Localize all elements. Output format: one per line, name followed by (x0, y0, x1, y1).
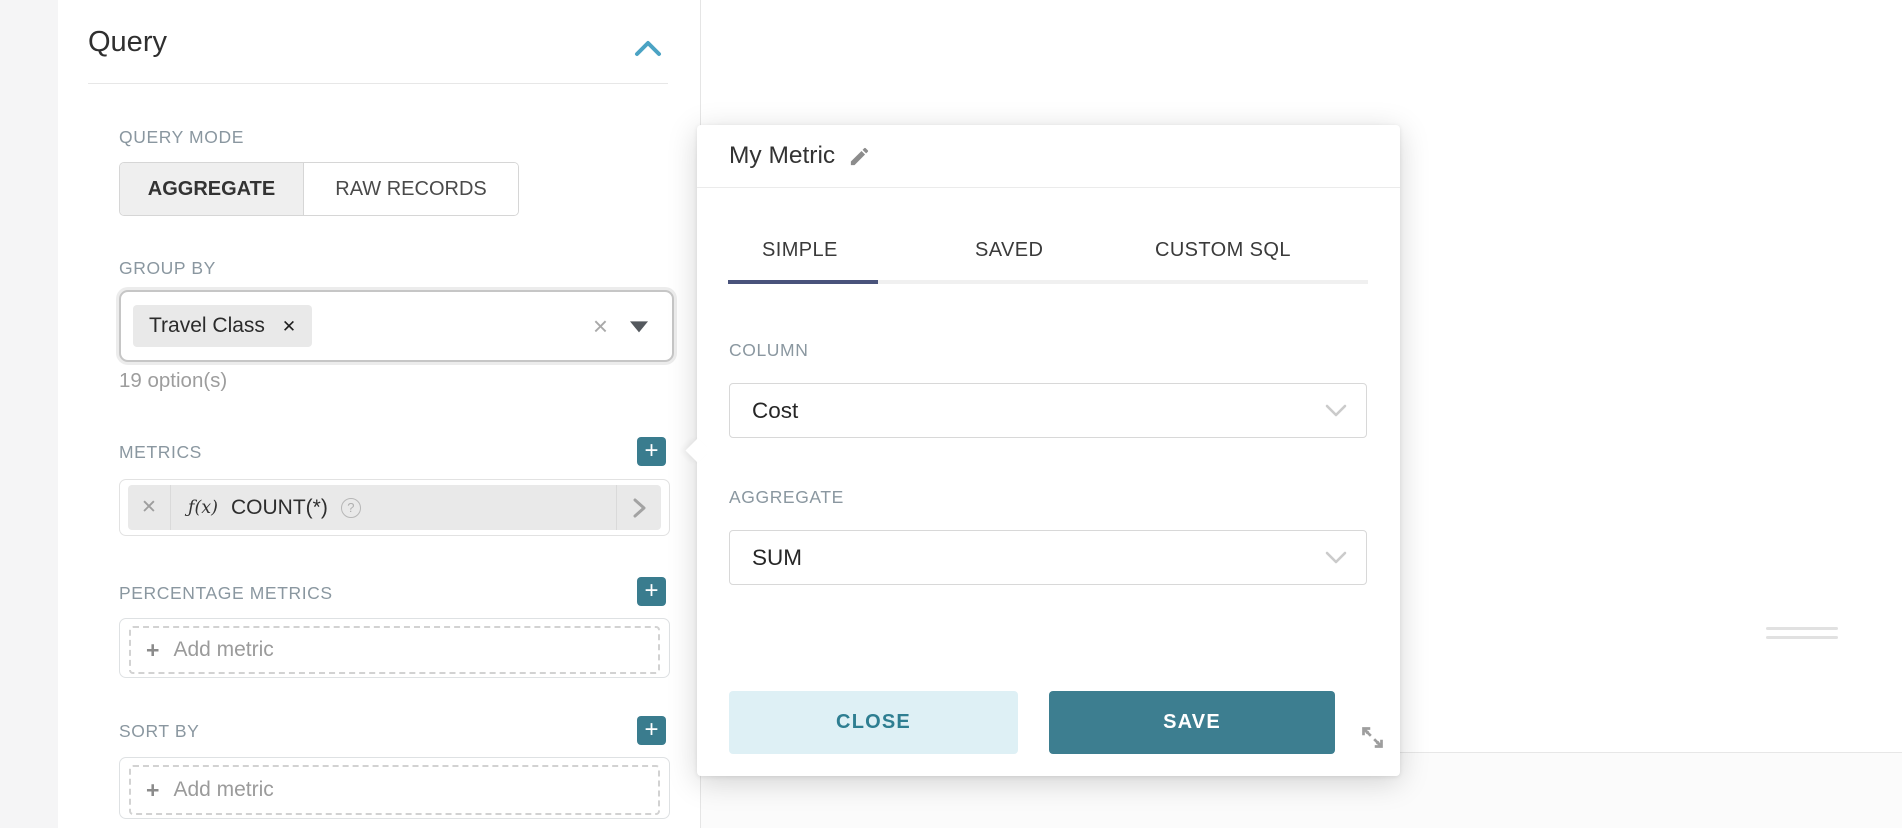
section-divider (88, 83, 668, 84)
pencil-icon (848, 145, 871, 168)
popover-header: My Metric (729, 142, 871, 170)
query-mode-toggle: AGGREGATE RAW RECORDS (119, 162, 519, 216)
add-metric-button[interactable] (637, 437, 666, 466)
group-by-chip[interactable]: Travel Class (133, 305, 312, 347)
metric-pill[interactable]: ƒ(x) COUNT(*) (128, 485, 661, 530)
clear-icon[interactable] (593, 313, 608, 339)
tab-simple[interactable]: SIMPLE (762, 239, 838, 262)
metric-title: My Metric (729, 142, 835, 170)
percentage-metrics-label: PERCENTAGE METRICS (119, 583, 333, 604)
group-by-options-count: 19 option(s) (119, 369, 227, 393)
add-metric-placeholder: Add metric (173, 778, 273, 802)
chip-remove-icon[interactable] (282, 318, 296, 335)
remove-metric-icon[interactable] (128, 485, 171, 530)
caret-down-icon[interactable] (630, 321, 648, 332)
plus-icon (146, 639, 159, 662)
metric-name: COUNT(*) (231, 496, 328, 520)
add-percentage-metric-ghost[interactable]: Add metric (129, 626, 660, 674)
drag-handle-line (1766, 636, 1838, 639)
metric-editor-popover: My Metric SIMPLE SAVED CUSTOM SQL COLUMN… (697, 125, 1400, 776)
column-label: COLUMN (729, 340, 808, 361)
tab-saved[interactable]: SAVED (975, 239, 1043, 262)
popover-arrow (685, 438, 709, 462)
group-by-label: GROUP BY (119, 258, 216, 279)
add-percentage-metric-button[interactable] (637, 577, 666, 606)
metrics-label: METRICS (119, 442, 202, 463)
percentage-metrics-control: Add metric (119, 618, 670, 678)
left-gutter (0, 0, 58, 828)
pane-drag-handle[interactable] (1766, 626, 1838, 640)
metric-pill-content: ƒ(x) COUNT(*) (171, 496, 616, 520)
explore-view: Query QUERY MODE AGGREGATE RAW RECORDS G… (0, 0, 1902, 828)
column-value: Cost (752, 398, 798, 424)
query-mode-label: QUERY MODE (119, 127, 244, 148)
drag-handle-line (1766, 627, 1838, 630)
save-button[interactable]: SAVE (1049, 691, 1335, 754)
aggregate-value: SUM (752, 545, 802, 571)
resize-icon (1359, 724, 1386, 751)
query-mode-aggregate-button[interactable]: AGGREGATE (120, 163, 304, 215)
add-metric-placeholder: Add metric (173, 638, 273, 662)
chevron-right-icon (632, 497, 647, 519)
chevron-down-icon (1324, 398, 1348, 424)
metrics-control: ƒ(x) COUNT(*) (119, 479, 670, 536)
chevron-up-icon (632, 36, 664, 62)
query-mode-raw-records-button[interactable]: RAW RECORDS (304, 163, 518, 215)
group-by-select[interactable]: Travel Class (119, 290, 674, 362)
popover-header-divider (697, 187, 1400, 188)
tab-custom-sql[interactable]: CUSTOM SQL (1155, 239, 1291, 262)
plus-icon (146, 779, 159, 802)
function-icon: ƒ(x) (188, 498, 218, 518)
group-by-chip-label: Travel Class (149, 314, 265, 338)
collapse-section-button[interactable] (632, 36, 664, 62)
tab-underline-track (728, 280, 1368, 284)
column-select[interactable]: Cost (729, 383, 1367, 438)
add-sort-metric-ghost[interactable]: Add metric (129, 765, 660, 815)
close-button[interactable]: CLOSE (729, 691, 1018, 754)
resize-popover-handle[interactable] (1359, 724, 1386, 751)
sort-by-label: SORT BY (119, 721, 199, 742)
edit-title-button[interactable] (848, 145, 871, 168)
query-section-title: Query (88, 26, 167, 59)
chevron-down-icon (1324, 545, 1348, 571)
add-sort-button[interactable] (637, 716, 666, 745)
open-metric-editor[interactable] (616, 485, 661, 530)
aggregate-select[interactable]: SUM (729, 530, 1367, 585)
help-icon[interactable] (341, 498, 361, 518)
active-tab-indicator (728, 280, 878, 284)
aggregate-label: AGGREGATE (729, 487, 844, 508)
sort-by-control: Add metric (119, 757, 670, 819)
